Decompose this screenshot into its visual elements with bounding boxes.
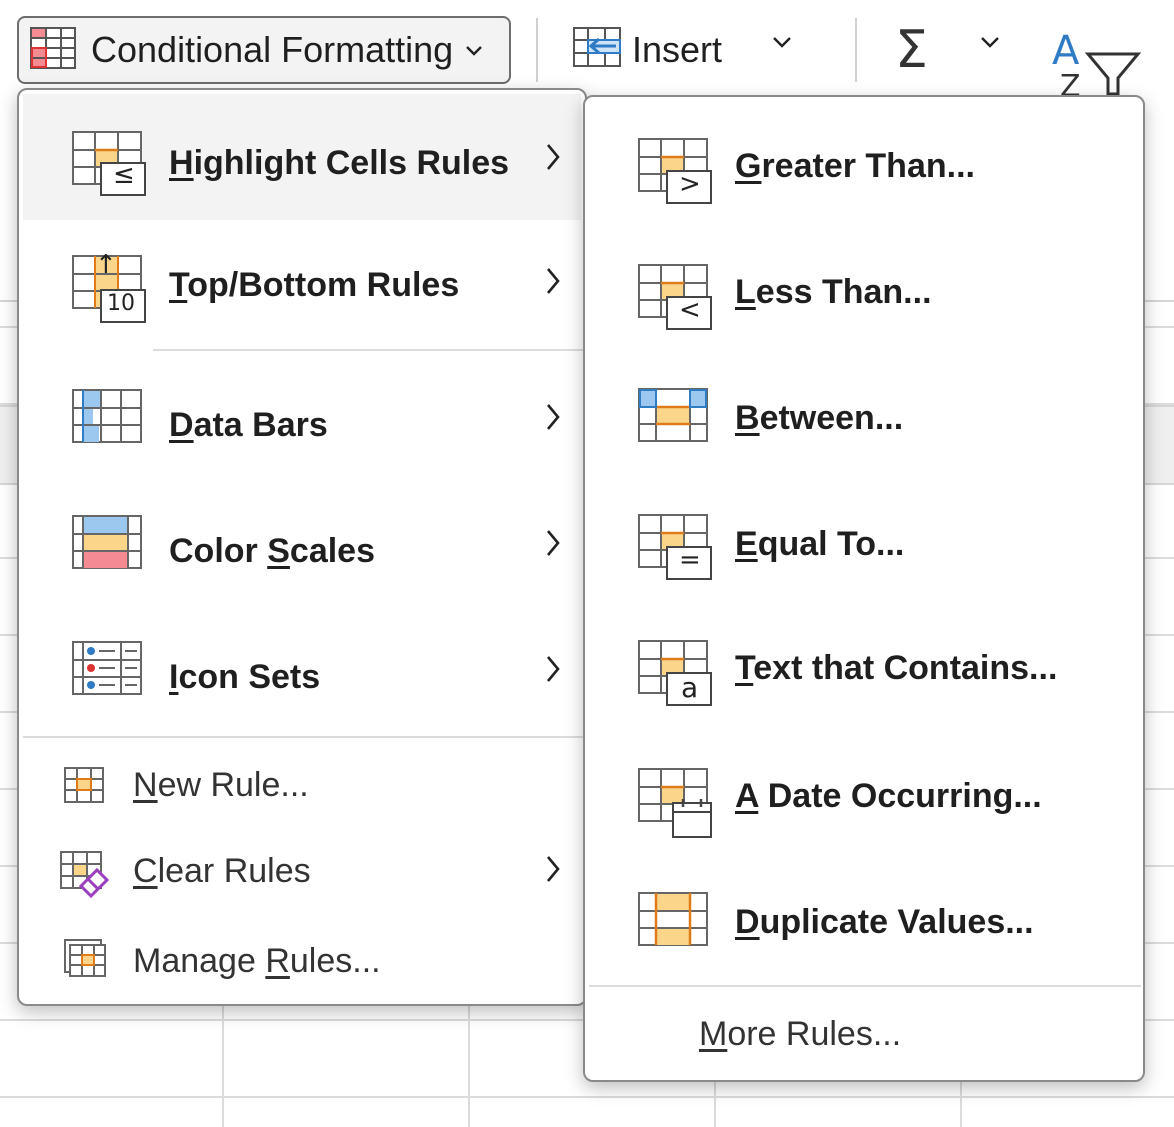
chevron-down-icon: [465, 37, 483, 63]
highlight-cells-rules-icon: ≤: [71, 130, 149, 203]
submenu-item-label: Less Than...: [735, 273, 932, 311]
submenu-item-between[interactable]: Between...: [589, 353, 1139, 479]
submenu-item-a-date-occurring[interactable]: A Date Occurring...: [589, 731, 1139, 857]
conditional-formatting-label: Conditional Formatting: [91, 29, 454, 70]
menu-item-label: New Rule...: [133, 766, 309, 804]
menu-item-label: Data Bars: [169, 406, 328, 444]
conditional-formatting-button[interactable]: Conditional Formatting: [17, 16, 511, 84]
submenu-item-text-that-contains[interactable]: a Text that Contains...: [589, 605, 1139, 731]
menu-item-label: Highlight Cells Rules: [169, 144, 510, 182]
duplicate-values-icon: [637, 891, 709, 954]
data-bars-icon: [71, 388, 143, 451]
submenu-item-label: A Date Occurring...: [735, 777, 1042, 815]
menu-item-data-bars[interactable]: Data Bars: [23, 360, 581, 486]
ribbon-separator: [536, 18, 538, 82]
highlight-cells-rules-submenu: > Greater Than... < Less Than... Between…: [583, 95, 1145, 1082]
insert-cells-icon: [572, 26, 622, 73]
less-equal-glyph: ≤: [113, 160, 135, 190]
menu-item-new-rule[interactable]: New Rule...: [23, 742, 581, 830]
manage-rules-icon: [63, 938, 107, 983]
menu-item-manage-rules[interactable]: Manage Rules...: [23, 918, 581, 1002]
menu-item-label: Color Scales: [169, 532, 375, 570]
submenu-item-label: Equal To...: [735, 525, 905, 563]
submenu-item-label: Duplicate Values...: [735, 903, 1034, 941]
menu-divider: [23, 736, 583, 738]
conditional-formatting-icon: [29, 26, 77, 75]
menu-divider: [153, 349, 583, 351]
chevron-right-icon: [545, 266, 561, 301]
chevron-right-icon: [545, 654, 561, 689]
icon-sets-icon: [71, 640, 143, 703]
sort-filter-icon[interactable]: A Z: [1048, 26, 1148, 104]
insert-button[interactable]: Insert: [572, 26, 722, 73]
greater-than-icon: >: [637, 137, 715, 212]
insert-chevron-down-icon[interactable]: [772, 36, 792, 55]
greater-glyph: >: [679, 169, 701, 199]
menu-item-highlight-cells-rules[interactable]: ≤ Highlight Cells Rules: [23, 94, 581, 220]
autosum-icon[interactable]: Σ: [895, 20, 928, 80]
submenu-item-greater-than[interactable]: > Greater Than...: [589, 101, 1139, 227]
submenu-item-less-than[interactable]: < Less Than...: [589, 227, 1139, 353]
insert-label: Insert: [632, 28, 723, 70]
submenu-divider: [589, 985, 1141, 987]
chevron-right-icon: [545, 528, 561, 563]
menu-item-label: Manage Rules...: [133, 942, 381, 980]
conditional-formatting-menu: ≤ Highlight Cells Rules ↑ 10 Top/Bottom …: [17, 88, 587, 1006]
calendar-icon: [637, 767, 715, 844]
menu-item-icon-sets[interactable]: Icon Sets: [23, 612, 581, 738]
submenu-item-more-rules[interactable]: More Rules...: [589, 993, 1139, 1077]
submenu-item-equal-to[interactable]: = Equal To...: [589, 479, 1139, 605]
new-rule-icon: [63, 766, 105, 809]
top-ten-glyph: 10: [107, 291, 135, 316]
text-a-glyph: a: [681, 671, 699, 704]
between-icon: [637, 387, 709, 450]
equal-to-icon: =: [637, 513, 715, 588]
menu-item-top-bottom-rules[interactable]: ↑ 10 Top/Bottom Rules: [23, 220, 581, 346]
svg-text:A: A: [1052, 28, 1080, 74]
chevron-right-icon: [545, 854, 561, 889]
submenu-item-label: Text that Contains...: [735, 649, 1058, 687]
menu-item-label: Top/Bottom Rules: [169, 266, 460, 304]
menu-item-color-scales[interactable]: Color Scales: [23, 486, 581, 612]
top-bottom-rules-icon: ↑ 10: [71, 250, 149, 329]
submenu-item-duplicate-values[interactable]: Duplicate Values...: [589, 857, 1139, 983]
submenu-item-label: Greater Than...: [735, 147, 975, 185]
equal-glyph: =: [679, 545, 701, 575]
text-contains-icon: a: [637, 639, 715, 714]
up-arrow-glyph: ↑: [95, 250, 117, 280]
submenu-item-label: More Rules...: [699, 1015, 902, 1053]
menu-item-clear-rules[interactable]: Clear Rules: [23, 830, 581, 918]
less-glyph: <: [679, 295, 701, 325]
autosum-chevron-down-icon[interactable]: [980, 36, 1000, 55]
chevron-right-icon: [545, 402, 561, 437]
less-than-icon: <: [637, 263, 715, 338]
clear-rules-eraser-icon: [59, 850, 111, 903]
svg-text:Z: Z: [1060, 69, 1081, 96]
color-scales-icon: [71, 514, 143, 577]
menu-item-label: Clear Rules: [133, 852, 311, 890]
chevron-right-icon: [545, 142, 561, 177]
menu-item-label: Icon Sets: [169, 658, 321, 696]
ribbon-separator: [855, 18, 857, 82]
submenu-item-label: Between...: [735, 399, 904, 437]
